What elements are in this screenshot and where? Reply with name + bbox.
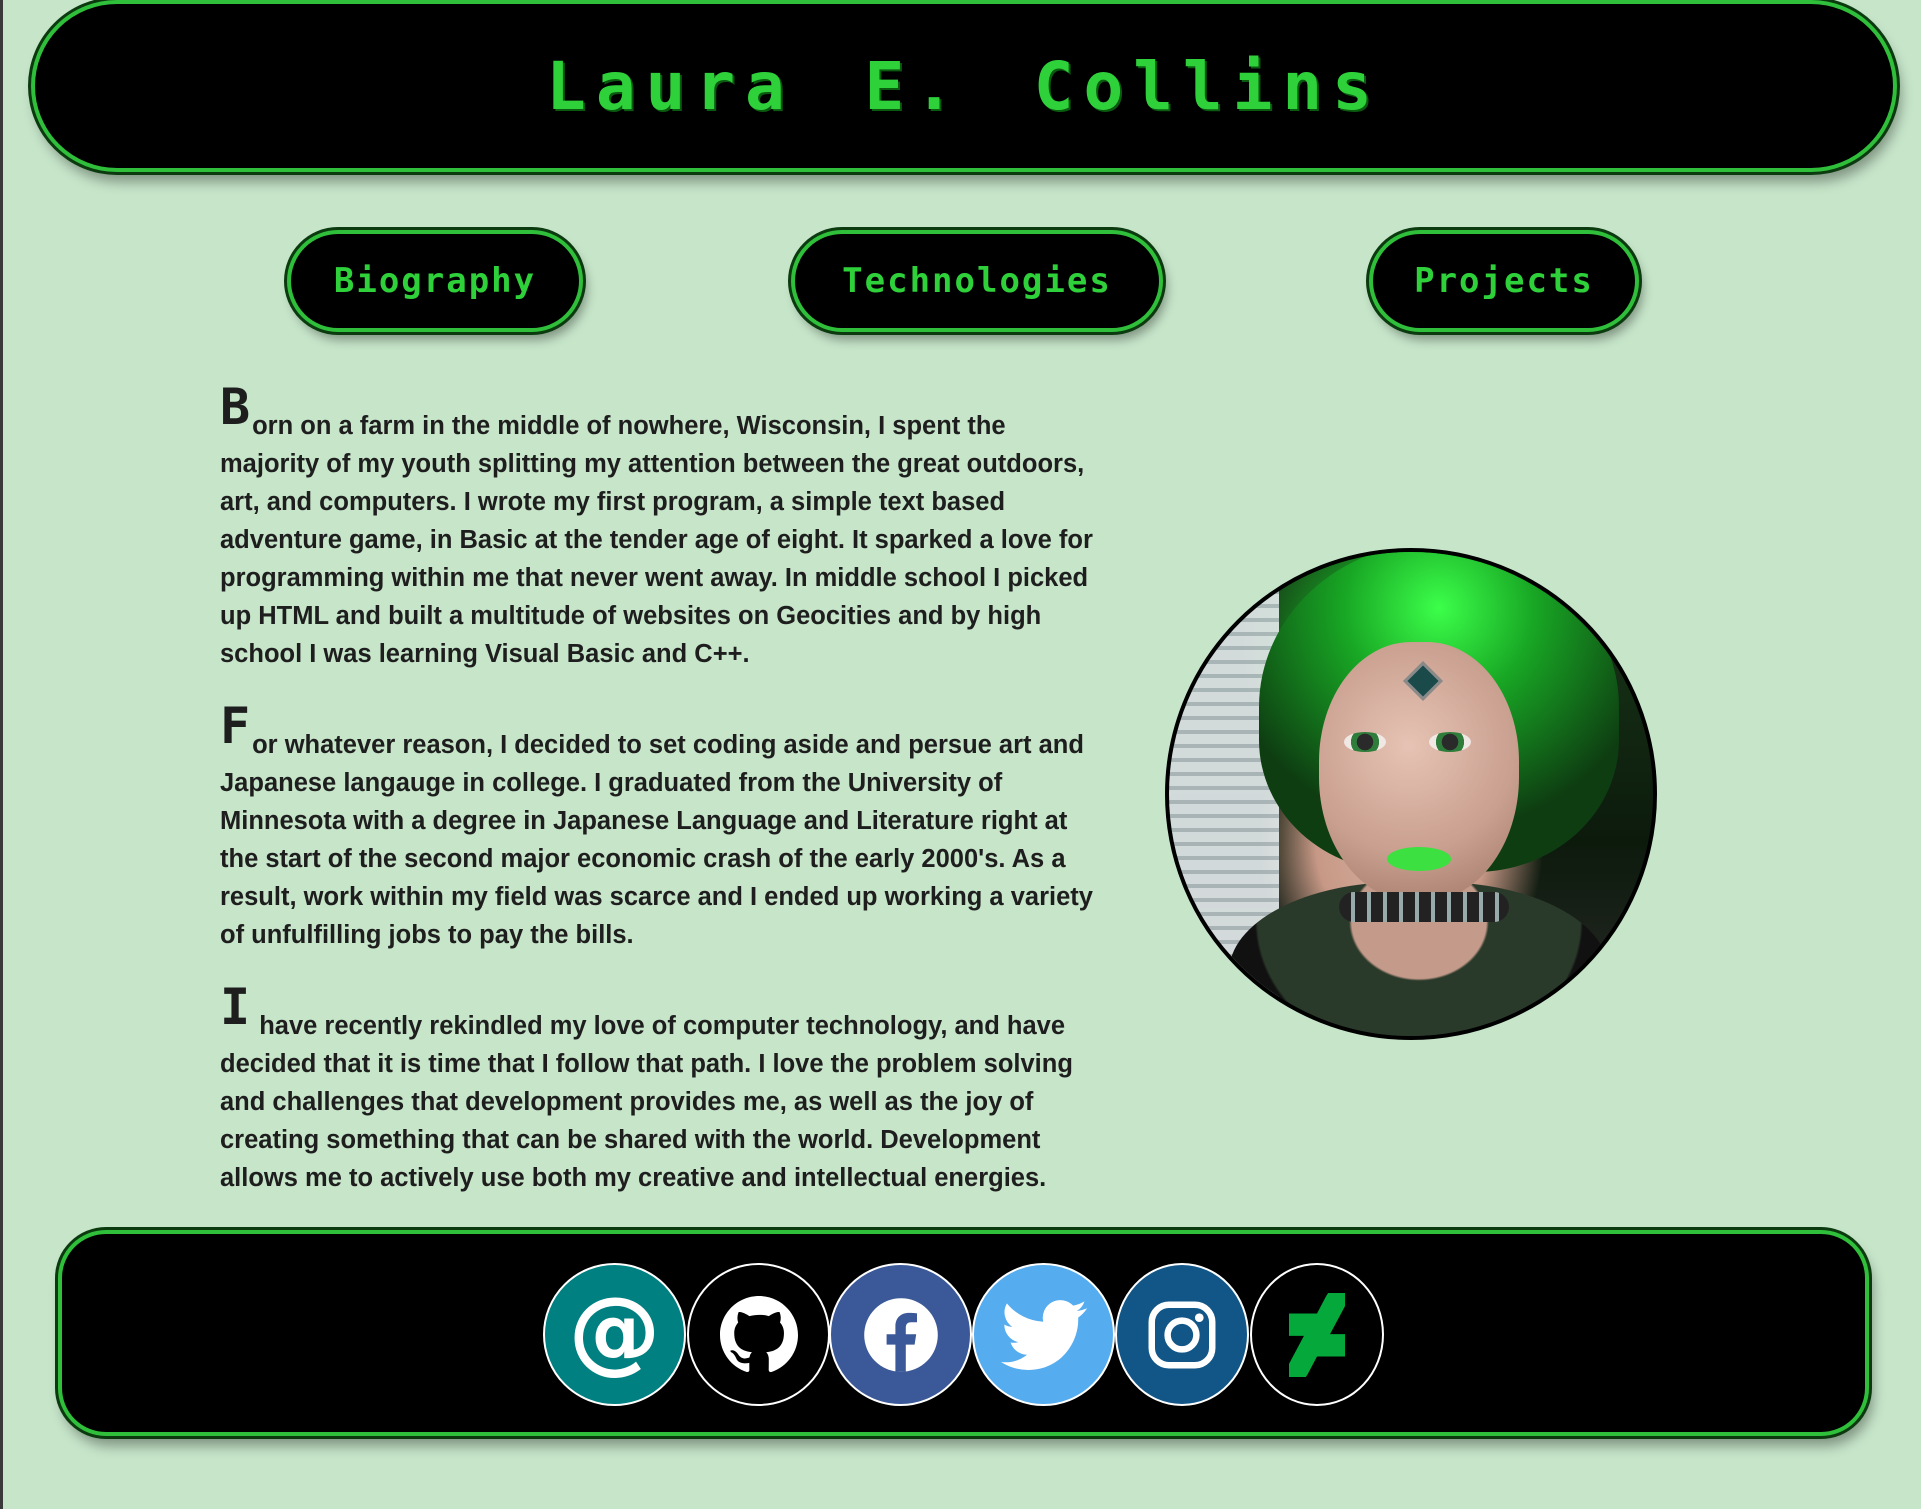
twitter-icon (1000, 1299, 1087, 1370)
bio-paragraph: Born on a farm in the middle of nowhere,… (220, 382, 1100, 673)
nav-biography-button[interactable]: Biography (287, 230, 583, 332)
profile-photo (1165, 548, 1657, 1040)
facebook-icon (863, 1297, 938, 1372)
bio-paragraph-text: orn on a farm in the middle of nowhere, … (220, 412, 1093, 668)
photo-collar (1339, 892, 1509, 922)
biography-text: Born on a farm in the middle of nowhere,… (220, 382, 1100, 1231)
facebook-link[interactable] (829, 1263, 972, 1406)
github-icon (719, 1295, 798, 1372)
github-link[interactable] (687, 1263, 830, 1406)
deviantart-link[interactable] (1250, 1263, 1384, 1406)
email-link[interactable]: @ (543, 1263, 686, 1406)
deviantart-icon (1289, 1292, 1345, 1377)
bio-paragraph-text: or whatever reason, I decided to set cod… (220, 731, 1093, 949)
instagram-link[interactable] (1115, 1263, 1249, 1406)
photo-eye-right (1429, 732, 1471, 752)
bio-paragraph-text: have recently rekindled my love of compu… (220, 1012, 1073, 1192)
site-header: Laura E. Collins (31, 0, 1897, 172)
photo-eye-left (1344, 732, 1386, 752)
page-title: Laura E. Collins (546, 47, 1382, 125)
instagram-icon (1148, 1301, 1216, 1368)
drop-cap: B (220, 378, 251, 436)
twitter-link[interactable] (972, 1263, 1115, 1406)
nav-projects-button[interactable]: Projects (1369, 230, 1639, 332)
bio-paragraph: I have recently rekindled my love of com… (220, 982, 1100, 1197)
photo-lips (1387, 847, 1451, 871)
drop-cap: F (220, 697, 251, 755)
email-icon: @ (568, 1276, 661, 1384)
drop-cap: I (220, 978, 251, 1036)
bio-paragraph: For whatever reason, I decided to set co… (220, 701, 1100, 954)
nav-technologies-button[interactable]: Technologies (791, 230, 1163, 332)
